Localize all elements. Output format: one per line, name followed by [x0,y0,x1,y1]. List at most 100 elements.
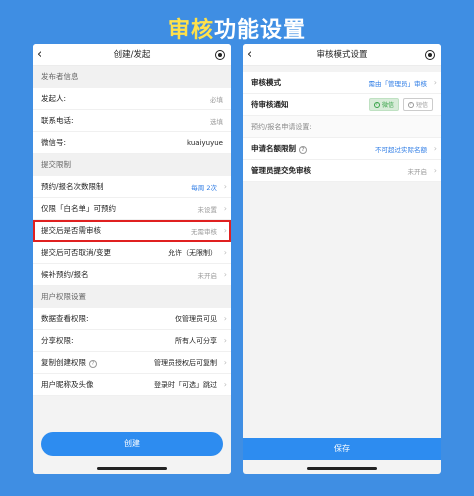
notify-channel-chips: ✓ 微信 ✓ 短信 [368,98,433,111]
form-row: 联系电话: 选填 [33,110,231,132]
form-row-label-text: 微信号: [41,138,67,147]
form-row[interactable]: 预约/报名次数限制 每周 2次 › [33,176,231,198]
miniprogram-menu-icon[interactable] [215,50,225,60]
chip-sms-label: 短信 [415,102,428,109]
form-row-label: 数据查看权限: [41,313,89,324]
quota-limit-row[interactable]: 申请名额限制? 不可超过实际名额 › [243,138,441,160]
form-row-label: 提交后可否取消/变更 [41,247,111,258]
form-row-label-text: 仅限「白名单」可预约 [41,204,116,213]
chevron-right-icon: › [223,358,227,367]
form-body: 发布者信息 发起人: 必填 联系电话: 选填 微信号: kuaiyuyue 提交限制 预约/报名… [33,66,231,396]
pending-notify-row: 待审核通知 ✓ 微信 ✓ 短信 [243,94,441,116]
form-row[interactable]: 复制创建权限? 管理员授权后可复制 › [33,352,231,374]
chip-sms[interactable]: ✓ 短信 [402,98,433,111]
review-mode-row[interactable]: 审核模式 需由「管理员」审核 › [243,72,441,94]
form-row-label-text: 用户昵称及头像 [41,380,94,389]
form-row-value: 未设置 [197,205,218,214]
form-row: 发起人: 必填 [33,88,231,110]
form-row-label: 提交后是否需审核 [41,225,101,236]
form-row-label-text: 数据查看权限: [41,314,89,323]
form-row-label: 联系电话: [41,115,74,126]
chevron-right-icon: › [223,204,227,213]
application-settings-subhead: 预约/报名申请设置: [243,116,441,138]
home-indicator [97,467,167,470]
pending-notify-label: 待审核通知 [251,100,289,109]
section-header: 提交限制 [33,154,231,176]
form-row[interactable]: 候补预约/报名 未开启 › [33,264,231,286]
review-mode-value: 需由「管理员」审核 [368,79,428,88]
chevron-right-icon: › [223,182,227,191]
form-row-label-text: 分享权限: [41,336,74,345]
create-button[interactable]: 创建 [41,432,223,456]
form-row[interactable]: 分享权限: 所有人可分享 › [33,330,231,352]
chevron-right-icon: › [433,78,437,87]
form-row-value: 无需审核 [191,227,217,236]
form-row-label: 发起人: [41,93,66,104]
review-settings-screen: ‹ 审核模式设置 审核模式 需由「管理员」审核 › 待审核通知 ✓ 微信 ✓ 短信 … [243,44,441,474]
form-row-label: 候补预约/报名 [41,269,89,280]
form-row-value: 未开启 [197,271,218,280]
help-icon[interactable]: ? [89,360,97,368]
form-row-label-text: 复制创建权限 [41,358,86,367]
review-mode-label: 审核模式 [251,78,281,87]
chevron-right-icon: › [223,226,227,235]
page-title: 审核模式设置 [316,50,368,60]
section-header: 用户权限设置 [33,286,231,308]
form-row-value: 选填 [210,117,223,126]
form-row-label-text: 提交后是否需审核 [41,226,101,235]
form-row[interactable]: 数据查看权限: 仅管理员可见 › [33,308,231,330]
navbar: ‹ 创建/发起 [33,44,231,66]
miniprogram-menu-icon[interactable] [425,50,435,60]
chevron-right-icon: › [223,336,227,345]
form-row-value: 管理员授权后可复制 [154,358,217,367]
create-screen: ‹ 创建/发起 发布者信息发起人: 必填联系电话: 选填微信号: kuaiyuyue 提… [33,44,231,474]
check-circle-icon: ✓ [373,101,380,108]
page-title: 创建/发起 [113,50,151,60]
form-row[interactable]: 用户昵称及头像 登录时「可选」跳过 › [33,374,231,396]
form-row-label-text: 发起人: [41,94,67,103]
form-row-label-text: 预约/报名次数限制 [41,182,104,191]
banner-highlight: 审核 [167,18,214,43]
banner-rest: 功能设置 [214,18,307,43]
form-row: 微信号: kuaiyuyue [33,132,231,154]
home-indicator [307,467,377,470]
form-row-value: 登录时「可选」跳过 [154,380,217,389]
form-row[interactable]: 仅限「白名单」可预约 未设置 › [33,198,231,220]
chevron-right-icon: › [223,314,227,323]
form-row-value: kuaiyuyue [187,138,223,147]
bottom-bar: 创建 [33,424,231,474]
chip-wechat-label: 微信 [381,102,394,109]
form-row-label: 复制创建权限? [41,357,97,368]
chevron-right-icon: › [223,248,227,257]
chevron-right-icon: › [223,270,227,279]
form-row-label-text: 联系电话: [41,116,74,125]
form-row-label: 预约/报名次数限制 [41,181,104,192]
form-row-value: 必填 [210,95,223,104]
form-row-label-text: 候补预约/报名 [41,270,89,279]
chevron-right-icon: › [223,380,227,389]
form-row-label: 仅限「白名单」可预约 [41,203,116,214]
quota-limit-label: 申请名额限制? [251,143,307,154]
check-circle-icon: ✓ [407,101,414,108]
banner-title: 审核功能设置 [0,12,474,44]
chip-wechat[interactable]: ✓ 微信 [368,98,399,111]
form-row[interactable]: 提交后是否需审核 无需审核 › [33,220,231,242]
admin-exempt-value: 未开启 [407,167,428,176]
help-icon[interactable]: ? [299,146,307,154]
admin-exempt-label: 管理员提交免审核 [251,166,311,175]
form-row-label: 分享权限: [41,335,74,346]
quota-limit-text: 申请名额限制 [251,144,296,153]
chevron-right-icon: › [433,166,437,175]
form-row-value: 允许（无限制） [168,248,217,257]
form-row-label-text: 提交后可否取消/变更 [41,248,112,257]
form-row[interactable]: 提交后可否取消/变更 允许（无限制） › [33,242,231,264]
admin-exempt-row[interactable]: 管理员提交免审核 未开启 › [243,160,441,182]
form-row-value: 所有人可分享 [175,336,217,345]
section-header: 发布者信息 [33,66,231,88]
chevron-right-icon: › [433,144,437,153]
form-row-label: 微信号: [41,137,66,148]
save-button[interactable]: 保存 [243,438,441,460]
form-row-value: 仅管理员可见 [175,314,217,323]
form-row-label: 用户昵称及头像 [41,379,94,390]
navbar: ‹ 审核模式设置 [243,44,441,66]
